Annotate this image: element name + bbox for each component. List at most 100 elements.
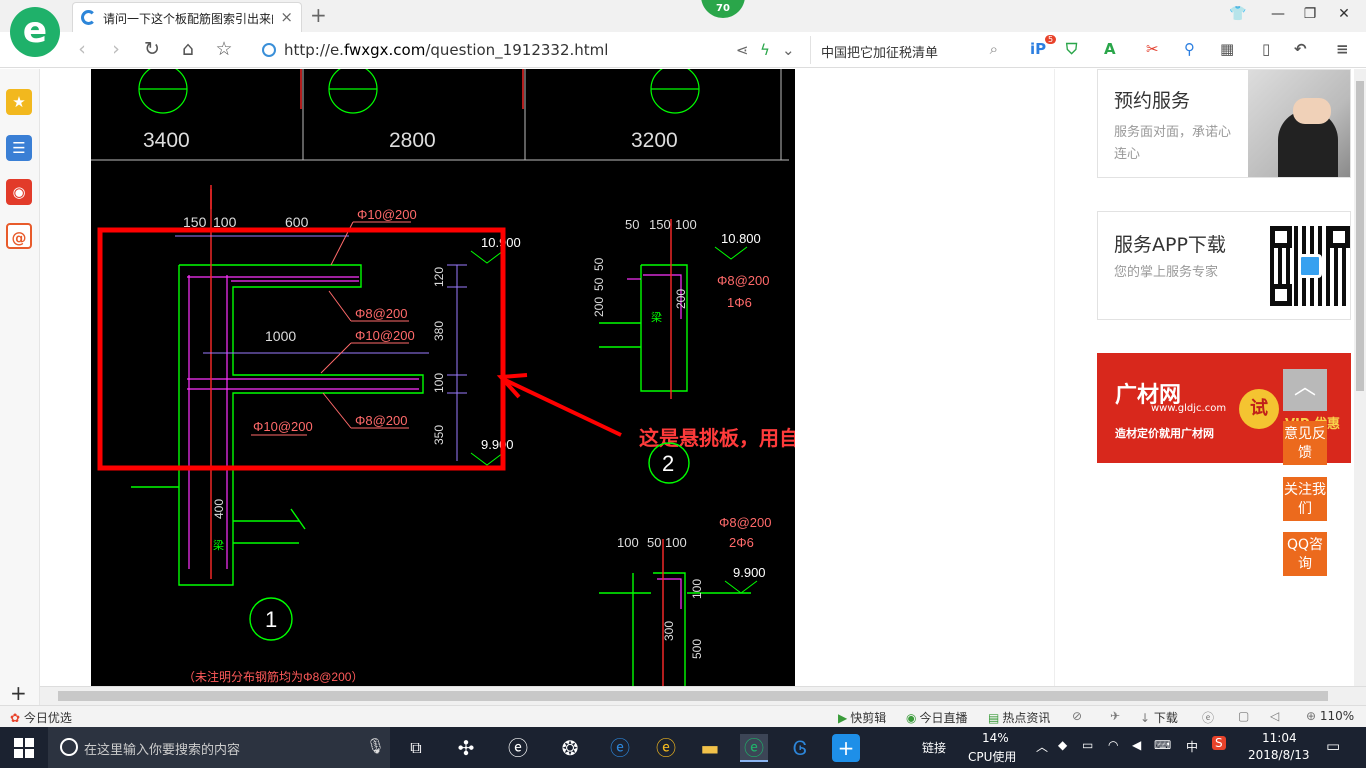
- hot-news[interactable]: ▤ 热点资讯: [988, 709, 1050, 726]
- ad-tagline: 造材定价就用广材网: [1115, 427, 1214, 440]
- extension-badge: 5: [1045, 35, 1057, 44]
- microphone-icon[interactable]: 🎙: [366, 737, 385, 755]
- ad-try-badge: 试: [1239, 389, 1279, 429]
- restore-button[interactable]: ❐: [1300, 6, 1320, 22]
- search-box[interactable]: 中国把它加征税清单 ⌕: [810, 36, 1010, 64]
- phone-icon[interactable]: ▯: [1262, 40, 1270, 58]
- url-domain: fwxgx.com: [343, 41, 426, 59]
- today-live[interactable]: ◉ 今日直播: [906, 709, 968, 726]
- qq-consult-button[interactable]: QQ咨询: [1283, 532, 1327, 576]
- back-to-top-button[interactable]: ︿: [1283, 369, 1327, 411]
- translate-extension-icon[interactable]: A: [1104, 40, 1116, 58]
- chat-app-icon[interactable]: ❂: [556, 734, 584, 762]
- shield-extension-icon[interactable]: ⛉: [1066, 40, 1077, 58]
- url-field[interactable]: http://e.fwxgx.com/question_1912332.html: [284, 41, 608, 59]
- main-vdim-3: 100: [432, 373, 446, 393]
- start-button[interactable]: [14, 738, 34, 758]
- lightning-icon[interactable]: ϟ: [760, 41, 770, 59]
- 360-browser-icon[interactable]: ⓔ: [740, 734, 768, 762]
- follow-us-button[interactable]: 关注我们: [1283, 477, 1327, 521]
- taskbar-search-input[interactable]: 在这里输入你要搜索的内容: [84, 739, 240, 758]
- list-icon[interactable]: ☰: [6, 135, 32, 161]
- file-explorer-icon[interactable]: ▬: [696, 734, 724, 762]
- quick-clip[interactable]: ▶ 快剪辑: [838, 709, 886, 726]
- favorites-icon[interactable]: ★: [6, 89, 32, 115]
- keyboard-icon[interactable]: ⌨: [1154, 738, 1171, 752]
- share-icon[interactable]: ⋖: [736, 41, 749, 59]
- minimize-button[interactable]: —: [1268, 6, 1288, 22]
- today-picks-label: 今日优选: [23, 711, 72, 725]
- action-center-icon[interactable]: ▭: [1326, 737, 1340, 755]
- left-sidebar: ★ ☰ ◉ @ +: [0, 69, 40, 705]
- mail-icon[interactable]: @: [6, 223, 32, 249]
- sogou-icon[interactable]: S: [1212, 736, 1226, 750]
- edge-icon[interactable]: ⓔ: [606, 734, 634, 762]
- d3-dim-top-1: 100: [617, 535, 639, 550]
- service-card[interactable]: 预约服务 服务面对面，承诺心连心: [1097, 69, 1351, 178]
- score-badge[interactable]: 70: [701, 0, 745, 18]
- cpu-label: CPU使用: [968, 750, 1017, 764]
- undo-icon[interactable]: ↶: [1294, 40, 1307, 58]
- search-input[interactable]: 中国把它加征税清单: [821, 42, 938, 61]
- window-icon[interactable]: ▢: [1238, 709, 1249, 723]
- zoom-control[interactable]: ⊕ 110%: [1306, 709, 1354, 723]
- d3-vdim-2: 300: [662, 621, 676, 641]
- ime-indicator[interactable]: 中: [1186, 738, 1198, 755]
- main-elev-bottom: 9.900: [481, 437, 514, 452]
- download-button[interactable]: ↓ 下载: [1140, 709, 1178, 726]
- menu-icon[interactable]: ≡: [1336, 40, 1349, 58]
- volume-icon[interactable]: ◀: [1132, 738, 1141, 752]
- magnifier-extension-icon[interactable]: ⚲: [1184, 40, 1195, 58]
- d2-dim-top-3: 100: [675, 217, 697, 232]
- mute-icon[interactable]: ◁: [1270, 709, 1279, 723]
- close-button[interactable]: ✕: [1334, 6, 1354, 22]
- clock-date[interactable]: 2018/8/13: [1248, 748, 1310, 762]
- skin-icon[interactable]: 👕: [1228, 6, 1248, 22]
- ie-shell-icon[interactable]: ⓔ: [504, 734, 532, 762]
- favorite-button[interactable]: ☆: [212, 38, 236, 60]
- today-live-label: 今日直播: [919, 711, 968, 725]
- back-button[interactable]: ‹: [70, 38, 94, 60]
- links-label[interactable]: 链接: [922, 739, 946, 756]
- browser-mode-icon[interactable]: ⓔ: [1202, 709, 1214, 726]
- home-button[interactable]: ⌂: [176, 38, 200, 60]
- clock-time[interactable]: 11:04: [1262, 731, 1297, 745]
- pin-icon[interactable]: ✈: [1110, 709, 1120, 723]
- forward-button[interactable]: ›: [104, 38, 128, 60]
- ip-extension-icon[interactable]: iP: [1030, 40, 1046, 58]
- tray-expand-icon[interactable]: ︿: [1036, 738, 1048, 755]
- battery-icon[interactable]: ▭: [1082, 738, 1093, 752]
- browser-logo-icon[interactable]: e: [10, 7, 60, 57]
- chevron-down-icon[interactable]: ⌄: [782, 41, 795, 59]
- plus-app-icon[interactable]: +: [832, 734, 860, 762]
- glodon-icon[interactable]: Ꮆ: [786, 734, 814, 762]
- weibo-icon[interactable]: ◉: [6, 179, 32, 205]
- add-sidebar-button[interactable]: +: [10, 681, 27, 705]
- url-prefix: http://e.: [284, 41, 344, 59]
- browser-tab[interactable]: 请问一下这个板配筋图索引出来的 ×: [72, 2, 302, 32]
- search-icon[interactable]: ⌕: [990, 40, 998, 58]
- taskbar-search[interactable]: 在这里输入你要搜索的内容 🎙: [48, 727, 390, 768]
- pinwheel-app-icon[interactable]: ✣: [452, 734, 480, 762]
- beam-label-d2: 梁: [651, 310, 662, 324]
- top-dim-2: 2800: [389, 129, 436, 152]
- ie-icon[interactable]: ⓔ: [652, 734, 680, 762]
- refresh-button[interactable]: ↻: [140, 38, 164, 60]
- scissors-extension-icon[interactable]: ✂: [1146, 40, 1159, 58]
- rebar-label-4: Φ8@200: [355, 413, 408, 428]
- beam-dim: 400: [212, 499, 226, 519]
- tab-close-button[interactable]: ×: [280, 8, 293, 26]
- today-picks[interactable]: ✿ 今日优选: [10, 709, 72, 726]
- wifi-icon[interactable]: ◠: [1108, 738, 1118, 752]
- notification-bell-icon[interactable]: ◆: [1058, 738, 1067, 752]
- apps-extension-icon[interactable]: ▦: [1220, 40, 1234, 58]
- rebar-label-5: Φ10@200: [253, 419, 313, 434]
- horizontal-scrollbar[interactable]: [40, 686, 1366, 705]
- speed-icon[interactable]: ⊘: [1072, 709, 1082, 723]
- address-bar: ‹ › ↻ ⌂ ☆ http://e.fwxgx.com/question_19…: [0, 32, 1366, 68]
- new-tab-button[interactable]: +: [310, 3, 327, 27]
- task-view-icon[interactable]: ⧉: [402, 734, 430, 762]
- vertical-scrollbar[interactable]: [1354, 69, 1366, 686]
- feedback-button[interactable]: 意见反馈: [1283, 421, 1327, 465]
- app-download-card[interactable]: 服务APP下载 您的掌上服务专家: [1097, 211, 1351, 320]
